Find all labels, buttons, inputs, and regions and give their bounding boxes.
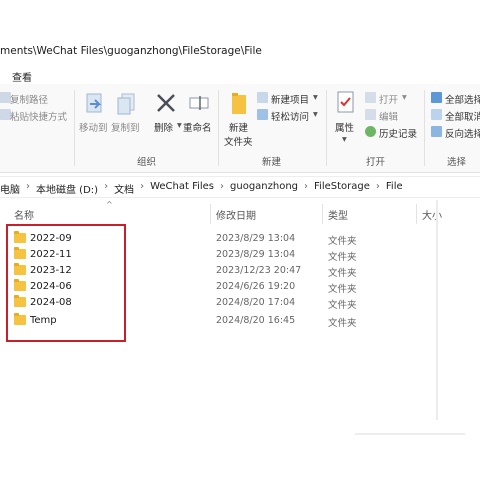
file-type: 文件夹	[328, 268, 357, 279]
ribbon-divider	[74, 90, 75, 166]
delete-dropdown-icon[interactable]: ▾	[177, 120, 182, 131]
open-group-label: 打开	[366, 157, 386, 168]
column-header-modified[interactable]: 修改日期	[216, 207, 256, 223]
sort-up-icon: ^	[106, 200, 113, 209]
chevron-right-icon[interactable]: ›	[26, 181, 30, 196]
copy-path-button[interactable]: 复制路径	[10, 92, 48, 106]
open-button[interactable]: 打开	[379, 92, 398, 106]
chevron-right-icon[interactable]: ›	[376, 181, 380, 196]
rename-icon	[189, 96, 209, 110]
breadcrumb-item[interactable]: WeChat Files	[150, 181, 214, 196]
properties-dropdown-icon[interactable]: ▾	[342, 134, 347, 145]
scrollbar-track[interactable]	[436, 200, 438, 420]
delete-icon	[157, 94, 175, 112]
file-modified: 2023/8/29 13:04	[216, 233, 296, 244]
open-icon	[365, 92, 376, 103]
menu-view[interactable]: 查看	[12, 69, 32, 84]
properties-icon	[337, 91, 354, 113]
address-bar[interactable]: 电脑 › 本地磁盘 (D:) › 文档 › WeChat Files › guo…	[0, 176, 480, 198]
select-all-button[interactable]: 全部选择	[445, 92, 480, 106]
new-folder-button-line2[interactable]: 文件夹	[224, 134, 253, 148]
title-bar: ments\WeChat Files\guoganzhong\FileStora…	[0, 38, 480, 64]
open-dropdown-icon[interactable]: ▾	[402, 92, 407, 103]
invert-selection-button[interactable]: 反向选择	[445, 126, 480, 140]
easy-access-button[interactable]: 轻松访问	[271, 109, 309, 123]
breadcrumb: 电脑 › 本地磁盘 (D:) › 文档 › WeChat Files › guo…	[0, 181, 403, 196]
chevron-right-icon[interactable]: ›	[140, 181, 144, 196]
column-header-name[interactable]: 名称	[14, 207, 34, 223]
new-folder-button-line1[interactable]: 新建	[229, 120, 248, 134]
chevron-right-icon[interactable]: ›	[304, 181, 308, 196]
column-divider[interactable]	[416, 204, 417, 224]
column-divider[interactable]	[322, 204, 323, 224]
highlight-box	[6, 224, 126, 342]
column-header-type[interactable]: 类型	[328, 207, 348, 223]
easy-access-dropdown-icon[interactable]: ▾	[313, 109, 318, 120]
ribbon-divider	[218, 90, 219, 166]
easy-access-icon	[257, 109, 268, 120]
scrollbar-thumb[interactable]	[355, 433, 465, 435]
chevron-right-icon[interactable]: ›	[220, 181, 224, 196]
breadcrumb-item[interactable]: 电脑	[0, 181, 20, 196]
paste-shortcut-button[interactable]: 粘贴快捷方式	[10, 109, 67, 123]
new-item-button[interactable]: 新建项目	[271, 92, 309, 106]
column-header-size[interactable]: 大小	[422, 207, 442, 223]
file-modified: 2024/8/20 16:45	[216, 315, 296, 326]
copy-to-button[interactable]: 复制到	[111, 120, 140, 134]
new-item-icon	[257, 92, 268, 103]
file-type: 文件夹	[328, 318, 357, 329]
column-divider[interactable]	[210, 204, 211, 224]
new-item-dropdown-icon[interactable]: ▾	[313, 92, 318, 103]
edit-icon	[365, 109, 376, 120]
file-modified: 2024/6/26 19:20	[216, 281, 296, 292]
file-modified: 2023/12/23 20:47	[216, 265, 302, 276]
edit-button[interactable]: 编辑	[379, 109, 398, 123]
history-button[interactable]: 历史记录	[379, 126, 417, 140]
invert-selection-icon	[431, 126, 442, 137]
new-group-label: 新建	[262, 157, 282, 168]
delete-button[interactable]: 删除	[154, 120, 173, 134]
properties-button[interactable]: 属性	[335, 120, 354, 134]
history-icon	[365, 126, 376, 137]
breadcrumb-item[interactable]: 文档	[114, 181, 134, 196]
window-title: ments\WeChat Files\guoganzhong\FileStora…	[0, 45, 262, 57]
rename-button[interactable]: 重命名	[183, 120, 212, 134]
select-none-icon	[431, 109, 442, 120]
breadcrumb-item[interactable]: guoganzhong	[230, 181, 298, 196]
ribbon: 复制路径 粘贴快捷方式 移动到 复制到 删除 ▾ 重命名 组织 新建 文件夹 新…	[0, 84, 480, 173]
select-group-label: 选择	[447, 157, 467, 168]
breadcrumb-item[interactable]: File	[386, 181, 403, 196]
breadcrumb-item[interactable]: 本地磁盘 (D:)	[36, 181, 98, 196]
file-type: 文件夹	[328, 236, 357, 247]
copy-to-icon	[117, 93, 135, 115]
breadcrumb-item[interactable]: FileStorage	[314, 181, 370, 196]
select-none-button[interactable]: 全部取消	[445, 109, 480, 123]
file-type: 文件夹	[328, 284, 357, 295]
file-type: 文件夹	[328, 300, 357, 311]
file-type: 文件夹	[328, 252, 357, 263]
new-folder-icon	[232, 93, 246, 114]
chevron-right-icon[interactable]: ›	[104, 181, 108, 196]
select-all-icon	[431, 92, 442, 103]
move-to-icon	[86, 93, 102, 113]
organize-group-label: 组织	[137, 157, 157, 168]
ribbon-divider	[424, 90, 425, 166]
file-modified: 2024/8/20 17:04	[216, 297, 296, 308]
menu-bar: 查看	[0, 64, 480, 84]
file-modified: 2023/8/29 13:04	[216, 249, 296, 260]
ribbon-divider	[326, 90, 327, 166]
move-to-button[interactable]: 移动到	[79, 120, 108, 134]
